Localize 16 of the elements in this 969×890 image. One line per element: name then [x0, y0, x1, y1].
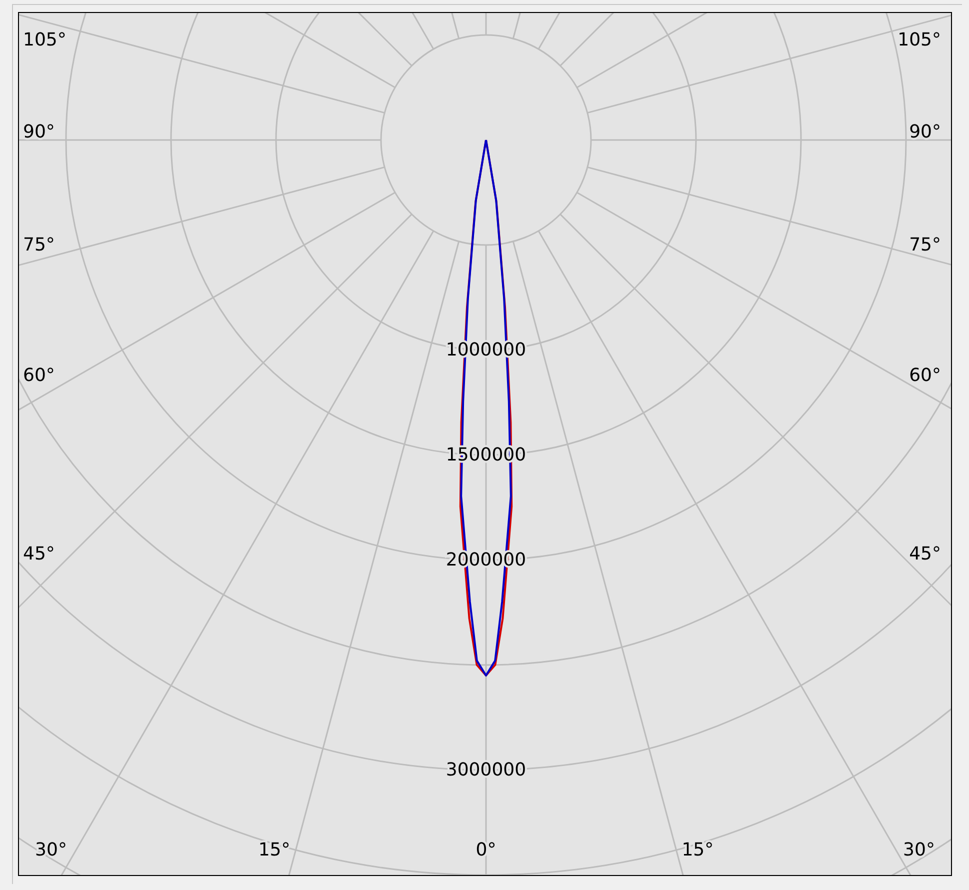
- angle-label: 30°: [903, 840, 935, 860]
- angle-label: 45°: [909, 544, 941, 564]
- ring-label: 3000000: [446, 760, 526, 780]
- angle-label: 75°: [909, 234, 941, 256]
- angle-label: 15°: [258, 840, 290, 860]
- angle-label: 75°: [23, 234, 55, 256]
- angle-label: 90°: [909, 122, 941, 142]
- angle-label: 45°: [23, 544, 55, 564]
- angle-label: 105°: [23, 30, 66, 50]
- angle-label: 105°: [898, 30, 941, 50]
- angle-label: 15°: [682, 840, 714, 860]
- angle-label: 60°: [909, 365, 941, 386]
- angle-label: 90°: [23, 122, 55, 142]
- angle-label: 60°: [23, 365, 55, 386]
- angle-label: 0°: [476, 840, 496, 860]
- angle-label: 30°: [35, 840, 67, 860]
